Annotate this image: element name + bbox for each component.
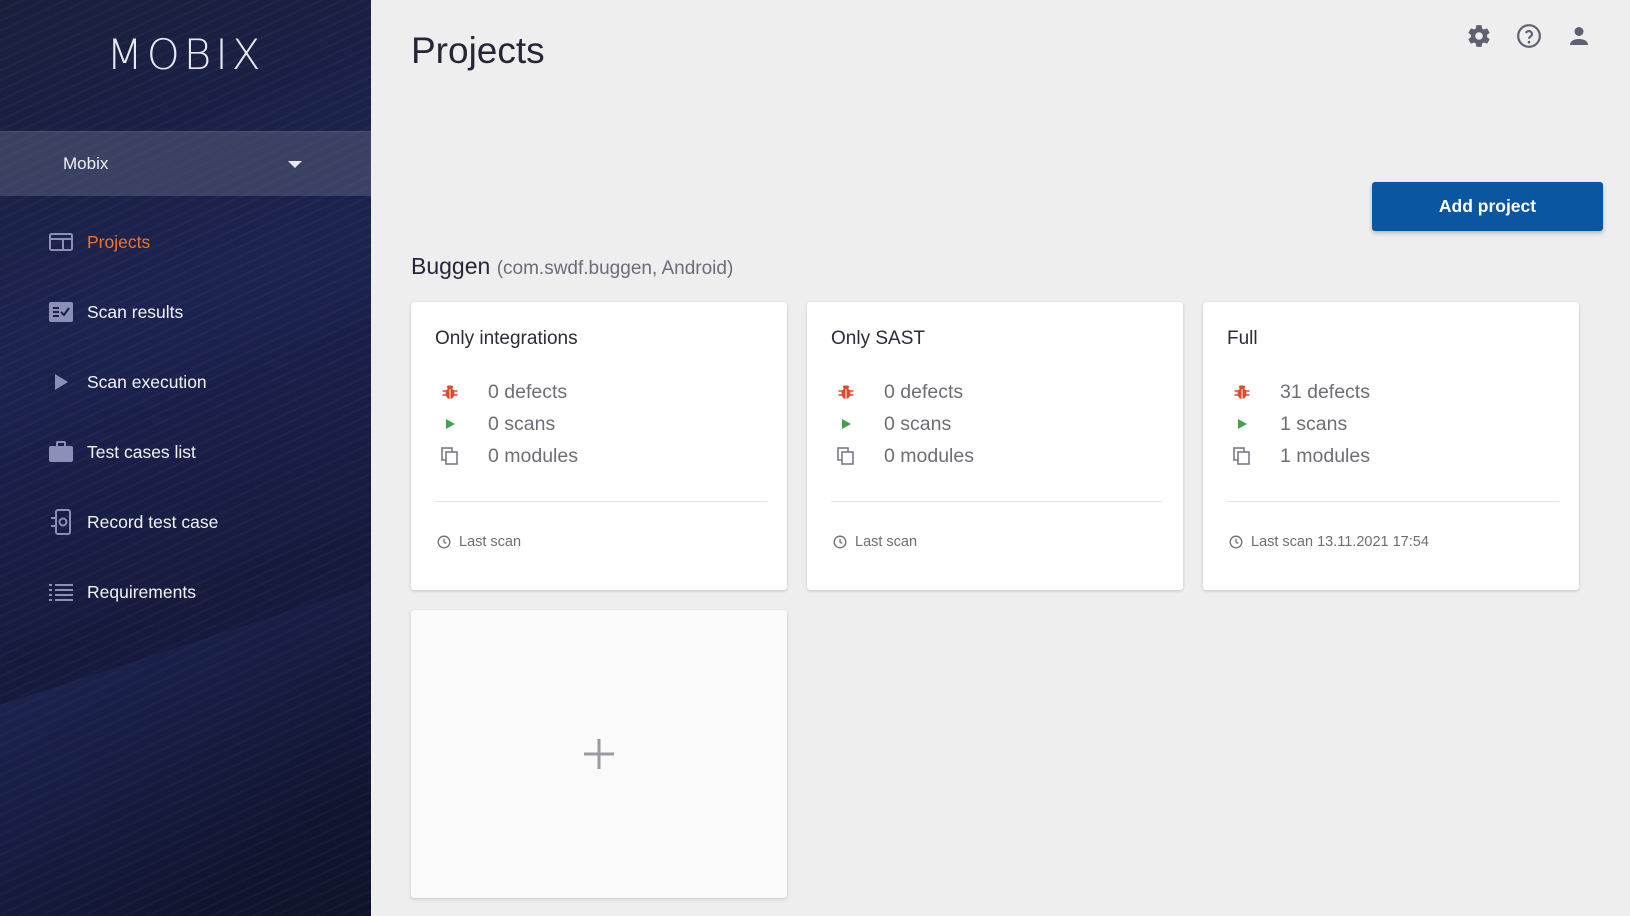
- modules-count: 0 modules: [488, 444, 578, 467]
- card-stats: 0 defects 0 scans 0 modules: [441, 376, 578, 472]
- scan-profile-card[interactable]: Only SAST 0 defects 0 scans 0 modules La…: [807, 302, 1183, 590]
- plus-icon: [584, 739, 614, 769]
- bug-icon: [1233, 383, 1251, 401]
- modules-stat: 0 modules: [441, 440, 578, 472]
- workspace-label: Mobix: [63, 154, 109, 173]
- briefcase-icon: [48, 439, 74, 465]
- copy-icon: [1233, 447, 1251, 465]
- defects-count: 0 defects: [488, 380, 568, 403]
- card-title: Full: [1227, 328, 1258, 349]
- defects-count: 0 defects: [884, 380, 964, 403]
- project-meta: (com.swdf.buggen, Android): [496, 258, 734, 279]
- card-divider: [435, 501, 767, 502]
- play-icon: [441, 415, 459, 433]
- sidebar-item-scan-results[interactable]: Scan results: [0, 277, 371, 347]
- phone-settings-icon: [48, 509, 74, 535]
- help-icon[interactable]: [1516, 22, 1542, 50]
- add-project-button[interactable]: Add project: [1372, 182, 1603, 231]
- defects-count: 31 defects: [1280, 380, 1370, 403]
- card-stats: 31 defects 1 scans 1 modules: [1233, 376, 1370, 472]
- sidebar-nav: Projects Scan results Scan execution Tes…: [0, 207, 371, 627]
- scan-profile-card[interactable]: Only integrations 0 defects 0 scans 0 mo…: [411, 302, 787, 590]
- last-scan-text: Last scan 13.11.2021 17:54: [1251, 534, 1429, 550]
- bug-icon: [441, 383, 459, 401]
- modules-stat: 0 modules: [837, 440, 974, 472]
- chevron-down-icon: [288, 161, 302, 168]
- defects-stat: 31 defects: [1233, 376, 1370, 408]
- play-icon: [837, 415, 855, 433]
- project-name: Buggen: [411, 253, 491, 279]
- sidebar-item-requirements[interactable]: Requirements: [0, 557, 371, 627]
- sidebar-item-test-cases-list[interactable]: Test cases list: [0, 417, 371, 487]
- last-scan: Last scan: [437, 534, 521, 550]
- sidebar-item-label: Test cases list: [87, 441, 196, 462]
- page-title: Projects: [411, 30, 545, 71]
- card-divider: [1227, 501, 1559, 502]
- sidebar-item-projects[interactable]: Projects: [0, 207, 371, 277]
- app-logo: MOBIX: [106, 30, 265, 79]
- scans-stat: 1 scans: [1233, 408, 1370, 440]
- gear-icon[interactable]: [1466, 22, 1492, 50]
- list-icon: [48, 579, 74, 605]
- sidebar-item-label: Requirements: [87, 581, 196, 602]
- sidebar-item-scan-execution[interactable]: Scan execution: [0, 347, 371, 417]
- sidebar-item-label: Scan results: [87, 301, 184, 322]
- scans-count: 0 scans: [488, 412, 556, 435]
- scans-count: 1 scans: [1280, 412, 1348, 435]
- modules-stat: 1 modules: [1233, 440, 1370, 472]
- play-icon: [48, 369, 74, 395]
- sidebar-item-label: Projects: [87, 231, 151, 252]
- card-title: Only integrations: [435, 328, 578, 349]
- scans-count: 0 scans: [884, 412, 952, 435]
- last-scan-text: Last scan: [855, 534, 918, 550]
- card-stats: 0 defects 0 scans 0 modules: [837, 376, 974, 472]
- checklist-icon: [48, 299, 74, 325]
- add-scan-profile-card[interactable]: [411, 610, 787, 898]
- defects-stat: 0 defects: [837, 376, 974, 408]
- card-title: Only SAST: [831, 328, 925, 349]
- last-scan: Last scan: [833, 534, 917, 550]
- modules-count: 0 modules: [884, 444, 974, 467]
- scans-stat: 0 scans: [441, 408, 578, 440]
- modules-count: 1 modules: [1280, 444, 1370, 467]
- last-scan: Last scan 13.11.2021 17:54: [1229, 534, 1429, 550]
- bug-icon: [837, 383, 855, 401]
- card-divider: [831, 501, 1163, 502]
- dashboard-icon: [48, 229, 74, 255]
- sidebar-item-record-test-case[interactable]: Record test case: [0, 487, 371, 557]
- sidebar-item-label: Scan execution: [87, 371, 207, 392]
- user-icon[interactable]: [1566, 22, 1592, 50]
- main-content: Projects Add project Buggen (com.swdf.bu…: [371, 0, 1630, 916]
- clock-icon: [437, 535, 451, 549]
- header-actions: [1466, 22, 1592, 50]
- workspace-selector[interactable]: Mobix: [0, 131, 371, 196]
- sidebar: MOBIX Mobix Projects Scan results Scan e…: [0, 0, 371, 916]
- clock-icon: [1229, 535, 1243, 549]
- copy-icon: [441, 447, 459, 465]
- sidebar-item-label: Record test case: [87, 511, 219, 532]
- scan-profile-card[interactable]: Full 31 defects 1 scans 1 modules Last s…: [1203, 302, 1579, 590]
- last-scan-text: Last scan: [459, 534, 522, 550]
- play-icon: [1233, 415, 1251, 433]
- scans-stat: 0 scans: [837, 408, 974, 440]
- clock-icon: [833, 535, 847, 549]
- defects-stat: 0 defects: [441, 376, 578, 408]
- project-header: Buggen (com.swdf.buggen, Android): [411, 253, 733, 280]
- copy-icon: [837, 447, 855, 465]
